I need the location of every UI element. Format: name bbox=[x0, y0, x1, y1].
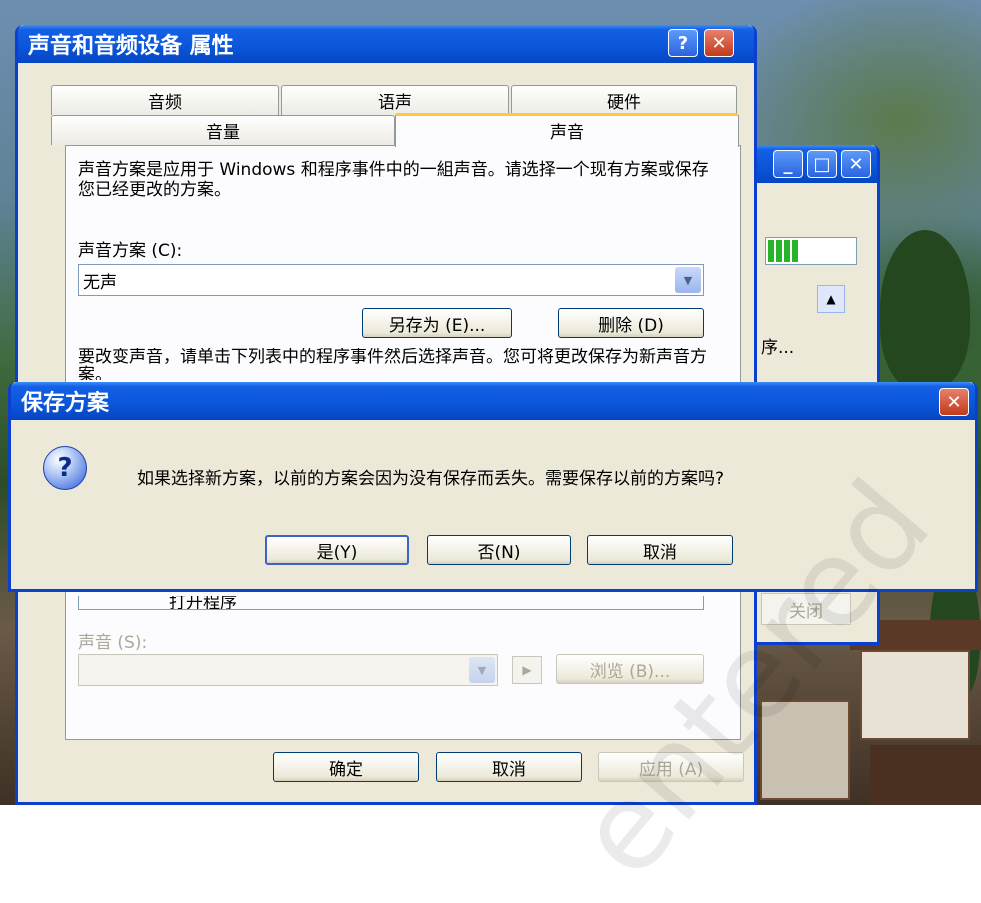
yes-button[interactable]: 是(Y) bbox=[265, 535, 409, 565]
list-item[interactable]: 打开程序 bbox=[169, 596, 237, 609]
volume-meter-fill bbox=[768, 240, 800, 262]
close-icon[interactable]: ✕ bbox=[841, 150, 871, 178]
cancel-button[interactable]: 取消 bbox=[587, 535, 733, 565]
help-icon[interactable]: ? bbox=[668, 29, 698, 57]
description-text: 声音方案是应用于 Windows 和程序事件中的一組声音。请选择一个现有方案或保… bbox=[78, 160, 709, 200]
house-roof bbox=[870, 745, 981, 805]
volume-meter bbox=[765, 237, 857, 265]
scroll-up-icon[interactable]: ▲ bbox=[817, 285, 845, 313]
dialog-message: 如果选择新方案，以前的方案会因为没有保存而丢失。需要保存以前的方案吗? bbox=[137, 469, 725, 489]
maximize-icon[interactable]: □ bbox=[807, 150, 837, 178]
background-window-titlebar: _ □ ✕ bbox=[751, 145, 877, 183]
tree bbox=[880, 230, 970, 390]
tab-volume[interactable]: 音量 bbox=[51, 115, 395, 145]
dialog-title: 保存方案 bbox=[21, 391, 110, 416]
tab-hardware[interactable]: 硬件 bbox=[511, 85, 737, 115]
sound-dropdown[interactable]: ▼ bbox=[78, 654, 498, 686]
chevron-down-icon[interactable]: ▼ bbox=[469, 657, 495, 683]
minimize-icon[interactable]: _ bbox=[773, 150, 803, 178]
close-icon[interactable]: ✕ bbox=[939, 388, 969, 416]
tab-sounds[interactable]: 声音 bbox=[395, 113, 739, 147]
program-events-list[interactable]: 打开程序 bbox=[78, 596, 704, 610]
tab-audio[interactable]: 音频 bbox=[51, 85, 279, 115]
close-icon[interactable]: ✕ bbox=[704, 29, 734, 57]
play-icon[interactable]: ▶ bbox=[512, 656, 542, 684]
save-as-button[interactable]: 另存为 (E)... bbox=[362, 308, 512, 338]
background-text-fragment: 序... bbox=[761, 338, 795, 358]
scheme-dropdown[interactable]: 无声 ▼ bbox=[78, 264, 704, 296]
ok-button[interactable]: 确定 bbox=[273, 752, 419, 782]
scheme-label: 声音方案 (C): bbox=[78, 241, 183, 261]
house bbox=[860, 650, 970, 740]
no-button[interactable]: 否(N) bbox=[427, 535, 571, 565]
cancel-button[interactable]: 取消 bbox=[436, 752, 582, 782]
dialog-titlebar: 保存方案 bbox=[11, 382, 975, 420]
instruction-text: 要改变声音，请单击下列表中的程序事件然后选择声音。您可将更改保存为新声音方案。 bbox=[78, 348, 707, 380]
properties-titlebar: 声音和音频设备 属性 bbox=[18, 25, 754, 63]
delete-button[interactable]: 删除 (D) bbox=[558, 308, 704, 338]
tab-voice[interactable]: 语声 bbox=[281, 85, 509, 115]
sound-label: 声音 (S): bbox=[78, 633, 148, 653]
question-icon: ? bbox=[43, 446, 87, 490]
chevron-down-icon[interactable]: ▼ bbox=[675, 267, 701, 293]
scheme-value: 无声 bbox=[83, 272, 117, 293]
window-title: 声音和音频设备 属性 bbox=[28, 34, 234, 59]
